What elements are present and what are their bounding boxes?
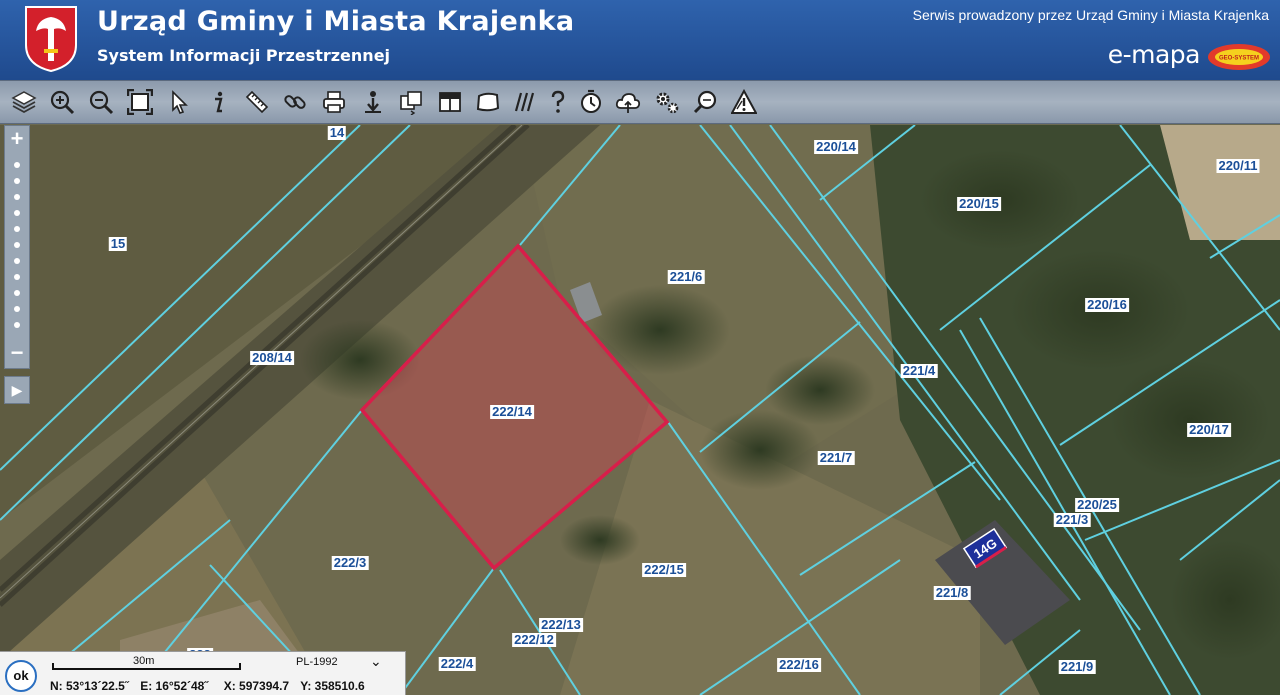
longitude-value: E: 16°52´48˝ (140, 679, 209, 693)
parcel-label[interactable]: 221/3 (1053, 513, 1091, 527)
select-pointer-icon[interactable] (164, 87, 194, 117)
zoom-in-button[interactable]: + (5, 128, 29, 152)
compare-icon[interactable] (396, 87, 426, 117)
parcel-label[interactable]: 221/7 (817, 451, 855, 465)
parcel-label[interactable]: 220/25 (1075, 498, 1119, 512)
y-coordinate-value: Y: 358510.6 (300, 679, 365, 693)
download-icon[interactable] (358, 87, 388, 117)
layout-icon[interactable] (435, 87, 465, 117)
chevron-down-icon[interactable]: ⌄ (370, 653, 382, 670)
cloud-upload-icon[interactable] (613, 87, 643, 117)
parcel-label[interactable]: 220/17 (1187, 423, 1231, 437)
parcel-label[interactable]: 221/4 (900, 364, 938, 378)
layers-icon[interactable] (9, 87, 39, 117)
link-icon[interactable] (280, 87, 310, 117)
ok-button[interactable]: ok (5, 660, 37, 692)
scale-bar (52, 663, 241, 670)
zoom-level-dot[interactable] (14, 258, 20, 264)
map-view[interactable]: 14G 14 15 208/14 222/14 221/6 220/14 220… (0, 125, 1280, 695)
zoom-level-dot[interactable] (14, 178, 20, 184)
app-subtitle: System Informacji Przestrzennej (97, 46, 391, 65)
parcel-label[interactable]: 15 (108, 237, 128, 251)
parcel-label[interactable]: 222/12 (512, 633, 556, 647)
history-icon[interactable] (576, 87, 606, 117)
parcel-label[interactable]: 220/14 (814, 140, 858, 154)
parcel-label[interactable]: 222/16 (777, 658, 821, 672)
zoom-level-dot[interactable] (14, 210, 20, 216)
zoom-level-dot[interactable] (14, 290, 20, 296)
measure-icon[interactable] (242, 87, 272, 117)
parcel-label[interactable]: 14 (327, 126, 347, 140)
coordinates-readout: N: 53°13´22.5˝ E: 16°52´48˝ X: 597394.7 … (50, 679, 373, 693)
crs-select[interactable]: PL-1992 (296, 656, 338, 668)
zoom-level-dot[interactable] (14, 242, 20, 248)
parcel-label[interactable]: 221/8 (933, 586, 971, 600)
info-icon[interactable] (203, 87, 233, 117)
parcel-label[interactable]: 222/3 (331, 556, 369, 570)
hatch-icon[interactable] (510, 87, 540, 117)
x-coordinate-value: X: 597394.7 (223, 679, 290, 693)
geosystem-logo-icon[interactable]: GEO-SYSTEM (1206, 42, 1272, 72)
zoom-level-dot[interactable] (14, 194, 20, 200)
app-header: Urząd Gminy i Miasta Krajenka System Inf… (0, 0, 1280, 80)
zoom-out-icon[interactable] (86, 87, 116, 117)
parcel-label[interactable]: 221/6 (667, 270, 705, 284)
print-icon[interactable] (319, 87, 349, 117)
parcel-label[interactable]: 208/14 (250, 351, 294, 365)
svg-text:GEO-SYSTEM: GEO-SYSTEM (1219, 56, 1259, 62)
service-provider-text: Serwis prowadzony przez Urząd Gminy i Mi… (912, 7, 1269, 23)
coat-of-arms-icon (25, 6, 77, 73)
parcel-label[interactable]: 220/15 (957, 197, 1001, 211)
zoom-level-dot[interactable] (14, 162, 20, 168)
area-icon[interactable] (473, 87, 503, 117)
help-icon[interactable] (543, 87, 573, 117)
zoom-in-icon[interactable] (47, 87, 77, 117)
parcel-label[interactable]: 220/16 (1085, 298, 1129, 312)
app-title: Urząd Gminy i Miasta Krajenka (97, 6, 575, 37)
status-panel: ok 30m PL-1992 ⌄ N: 53°13´22.5˝ E: 16°52… (0, 651, 406, 695)
search-zoom-icon[interactable] (691, 87, 721, 117)
zoom-slider[interactable]: + − (4, 125, 30, 369)
parcel-label[interactable]: 221/9 (1058, 660, 1096, 674)
settings-icon[interactable] (652, 87, 682, 117)
orthophoto-layer[interactable]: 14G (0, 125, 1280, 695)
parcel-label[interactable]: 222/15 (642, 563, 686, 577)
zoom-level-dot[interactable] (14, 322, 20, 328)
zoom-extent-icon[interactable] (125, 87, 155, 117)
expand-panel-button[interactable]: ▶ (4, 376, 30, 404)
brand-name[interactable]: e-mapa (1108, 40, 1201, 69)
zoom-level-dot[interactable] (14, 306, 20, 312)
parcel-label[interactable]: 220/11 (1216, 159, 1260, 173)
parcel-label[interactable]: 222/13 (539, 618, 583, 632)
parcel-label-selected[interactable]: 222/14 (490, 405, 534, 419)
warning-icon[interactable] (729, 87, 759, 117)
parcel-label[interactable]: 222/4 (438, 657, 476, 671)
zoom-level-dot[interactable] (14, 274, 20, 280)
zoom-out-button[interactable]: − (5, 342, 29, 366)
zoom-level-dot[interactable] (14, 226, 20, 232)
latitude-value: N: 53°13´22.5˝ (50, 679, 129, 693)
toolbar (0, 80, 1280, 124)
